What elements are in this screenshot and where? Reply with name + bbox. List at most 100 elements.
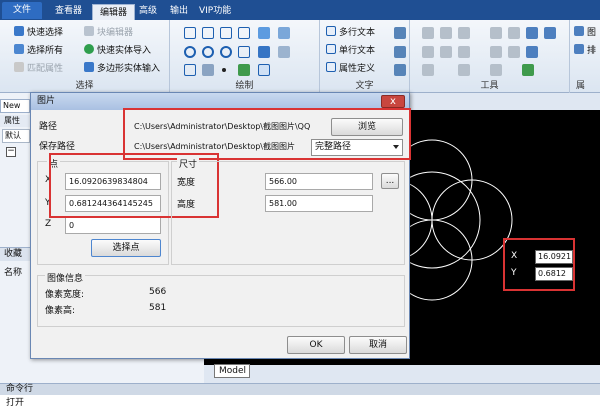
- select-all-button[interactable]: 选择所有: [14, 44, 63, 58]
- rectangle-icon[interactable]: [220, 27, 232, 39]
- coord-x-value: 16.0921: [535, 250, 573, 264]
- name-label: 名称: [4, 268, 23, 278]
- join-icon[interactable]: [526, 46, 538, 58]
- more-button[interactable]: ...: [381, 173, 399, 189]
- point-icon[interactable]: [222, 68, 226, 72]
- picture-icon: [574, 26, 584, 36]
- attribute-icon: [326, 62, 336, 72]
- table-icon[interactable]: [258, 64, 270, 76]
- quick-select-icon: [14, 26, 24, 36]
- polygon-entity-input-button[interactable]: 多边形实体输入: [84, 62, 160, 76]
- wipeout-icon[interactable]: [278, 46, 290, 58]
- ok-button[interactable]: OK: [287, 336, 345, 354]
- right-group: 图 排 属: [570, 20, 600, 93]
- tab-output[interactable]: 输出: [163, 3, 195, 19]
- quick-select-button[interactable]: 快速选择: [14, 26, 63, 40]
- spline-icon[interactable]: [238, 27, 250, 39]
- image-info-group: [37, 275, 405, 327]
- polygon-icon: [84, 62, 94, 72]
- copy-icon[interactable]: [490, 27, 502, 39]
- pen-icon[interactable]: [258, 46, 270, 58]
- align-icon[interactable]: [522, 64, 534, 76]
- mirror-icon[interactable]: [458, 27, 470, 39]
- region-icon[interactable]: [238, 46, 250, 58]
- rotate-icon[interactable]: [440, 27, 452, 39]
- plus-icon: [84, 44, 94, 54]
- hatch-icon[interactable]: [258, 27, 270, 39]
- polyline-icon[interactable]: [202, 27, 214, 39]
- block-editor-button[interactable]: 块编辑器: [84, 26, 133, 40]
- gradient-icon[interactable]: [202, 64, 214, 76]
- image-icon[interactable]: [238, 64, 250, 76]
- match-properties-button[interactable]: 匹配属性: [14, 62, 63, 76]
- arc-icon[interactable]: [202, 46, 214, 58]
- status-bar: 打开: [0, 395, 600, 411]
- brush-icon: [14, 62, 24, 72]
- break-icon[interactable]: [458, 64, 470, 76]
- stretch-icon[interactable]: [422, 64, 434, 76]
- command-line-header[interactable]: 命令行: [0, 383, 600, 395]
- coordinate-readout-highlight: X 16.0921 Y 0.6812: [503, 238, 575, 291]
- menu-bar: 文件 查看器 编辑器 高级 输出 VIP功能: [0, 0, 600, 20]
- pixel-width-label: 像素宽度:: [45, 290, 85, 300]
- point-z-input[interactable]: 0: [65, 217, 161, 234]
- size-width-input[interactable]: 566.00: [265, 173, 373, 190]
- tab-editor[interactable]: 编辑器: [92, 4, 136, 20]
- circle-right: [431, 179, 513, 261]
- tab-file[interactable]: 文件: [2, 2, 43, 19]
- cancel-button[interactable]: 取消: [349, 336, 407, 354]
- ribbon: 快速选择 块编辑器 选择所有 快速实体导入 匹配属性 多边形实体输入 选择 绘制…: [0, 20, 600, 93]
- text-find-icon[interactable]: [394, 64, 406, 76]
- single-text-button[interactable]: 单行文本: [326, 44, 375, 58]
- image-info-label: 图像信息: [45, 271, 86, 284]
- select-group: 快速选择 块编辑器 选择所有 快速实体导入 匹配属性 多边形实体输入 选择: [0, 20, 170, 93]
- scale-icon[interactable]: [508, 27, 520, 39]
- tab-new[interactable]: New: [0, 99, 30, 113]
- select-group-label: 选择: [75, 81, 94, 91]
- text-style-icon[interactable]: [394, 27, 406, 39]
- tools-group: 工具: [410, 20, 570, 93]
- revcloud-icon[interactable]: [184, 64, 196, 76]
- extend-icon[interactable]: [458, 46, 470, 58]
- pixel-height-label: 像素高:: [45, 306, 76, 316]
- draw-group: 绘制: [170, 20, 320, 93]
- tab-advanced[interactable]: 高级: [132, 3, 164, 19]
- model-tab[interactable]: Model: [214, 364, 250, 378]
- right-group-label: 属: [576, 81, 586, 91]
- chamfer-icon[interactable]: [490, 64, 502, 76]
- array-icon[interactable]: [544, 27, 556, 39]
- collapse-icon[interactable]: −: [6, 147, 16, 157]
- save-path-label: 保存路径: [39, 142, 76, 152]
- explode-icon[interactable]: [526, 27, 538, 39]
- tab-viewer[interactable]: 查看器: [48, 3, 89, 19]
- text-edit-icon[interactable]: [394, 46, 406, 58]
- coord-x-label: X: [511, 251, 518, 261]
- mtext-button[interactable]: 多行文本: [326, 26, 375, 40]
- circle-icon[interactable]: [184, 46, 196, 58]
- offset-icon[interactable]: [490, 46, 502, 58]
- ellipse-icon[interactable]: [220, 46, 232, 58]
- select-point-button[interactable]: 选择点: [91, 239, 161, 257]
- select-all-icon: [14, 44, 24, 54]
- trim-icon[interactable]: [440, 46, 452, 58]
- tab-vip[interactable]: VIP功能: [192, 3, 238, 19]
- attribute-definition-button[interactable]: 属性定义: [326, 62, 375, 76]
- coord-y-label: Y: [511, 268, 517, 278]
- tab-properties[interactable]: 属性: [0, 115, 30, 127]
- point-z-label: Z: [45, 219, 52, 229]
- path-label: 路径: [39, 122, 58, 132]
- size-height-input[interactable]: 581.00: [265, 195, 373, 212]
- move-icon[interactable]: [422, 27, 434, 39]
- image-dialog: 图片 x 路径 C:\Users\Administrator\Desktop\截…: [30, 92, 411, 359]
- default-dropdown[interactable]: 默认: [2, 129, 30, 143]
- right-item-2[interactable]: 排: [574, 44, 596, 58]
- right-item-1[interactable]: 图: [574, 26, 596, 40]
- quick-entity-import-button[interactable]: 快速实体导入: [84, 44, 151, 58]
- tools-group-label: 工具: [480, 81, 499, 91]
- line-icon[interactable]: [184, 27, 196, 39]
- erase-icon[interactable]: [422, 46, 434, 58]
- block-icon[interactable]: [278, 27, 290, 39]
- fillet-icon[interactable]: [508, 46, 520, 58]
- close-icon[interactable]: x: [381, 95, 405, 108]
- text-group: 多行文本 单行文本 属性定义 文字: [320, 20, 410, 93]
